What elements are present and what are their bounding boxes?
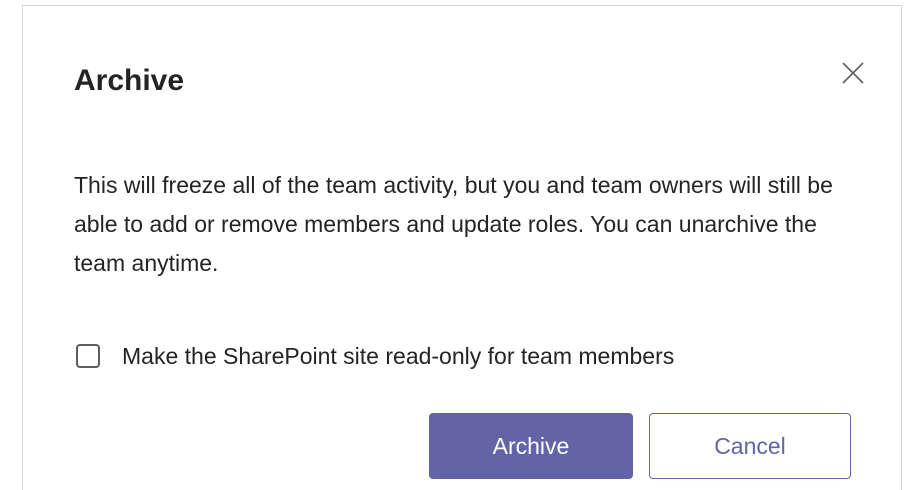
sharepoint-readonly-checkbox[interactable] bbox=[76, 344, 100, 368]
archive-dialog: Archive This will freeze all of the team… bbox=[22, 5, 902, 490]
close-button[interactable] bbox=[837, 57, 869, 89]
dialog-title: Archive bbox=[74, 64, 185, 97]
dialog-description: This will freeze all of the team activit… bbox=[74, 172, 833, 276]
sharepoint-readonly-option[interactable]: Make the SharePoint site read-only for t… bbox=[76, 336, 674, 376]
close-icon bbox=[837, 57, 869, 89]
archive-button[interactable]: Archive bbox=[429, 413, 633, 479]
sharepoint-readonly-label: Make the SharePoint site read-only for t… bbox=[122, 342, 675, 369]
cancel-button[interactable]: Cancel bbox=[649, 413, 851, 479]
